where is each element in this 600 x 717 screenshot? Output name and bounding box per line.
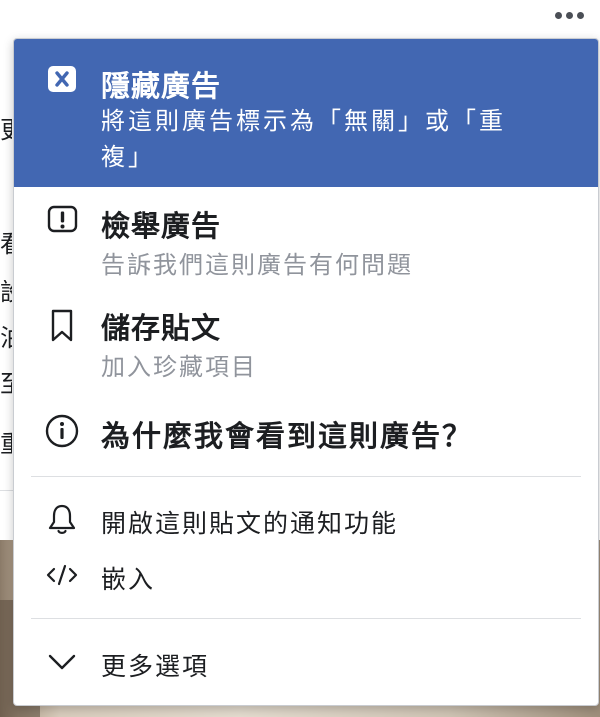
info-circle-icon: [44, 413, 80, 449]
menu-item-label: 嵌入: [101, 565, 156, 594]
chevron-down-icon: [44, 644, 80, 680]
menu-item-turn-on-notifications[interactable]: 開啟這則貼文的通知功能: [14, 495, 598, 545]
menu-item-more-options[interactable]: 更多選項: [14, 637, 598, 689]
menu-item-hide-ad[interactable]: 隱藏廣告 將這則廣告標示為「無關」或「重複」: [14, 39, 598, 187]
background-post-text: 看: [0, 232, 12, 256]
menu-item-why-seeing-ad[interactable]: 為什麼我會看到這則廣告？: [14, 399, 598, 463]
bell-icon: [44, 501, 80, 537]
menu-item-label: 更多選項: [101, 652, 210, 681]
code-icon: [44, 557, 80, 593]
page: 更 看 設 泊 至 重 隱藏廣告 將這則廣告標示為「無關」或「重複」: [0, 0, 600, 717]
background-post-text: 至: [0, 372, 12, 396]
menu-item-title: 為什麼我會看到這則廣告？: [101, 419, 474, 453]
post-options-menu: 隱藏廣告 將這則廣告標示為「無關」或「重複」 檢舉廣告 告訴我們這則廣告有何問題: [13, 38, 599, 706]
background-post-text: 更: [0, 118, 12, 142]
bookmark-icon: [44, 307, 80, 343]
menu-item-embed[interactable]: 嵌入: [14, 551, 598, 601]
more-horizontal-icon[interactable]: [555, 2, 584, 28]
menu-item-subtitle: 加入珍藏項目: [101, 353, 257, 381]
menu-item-subtitle: 告訴我們這則廣告有何問題: [101, 251, 413, 279]
menu-item-title: 隱藏廣告: [101, 69, 222, 103]
more-dot: [577, 11, 584, 19]
more-dot: [555, 11, 562, 19]
exclamation-box-icon: [44, 201, 80, 237]
menu-item-report-ad[interactable]: 檢舉廣告 告訴我們這則廣告有何問題: [14, 189, 598, 279]
menu-item-title: 儲存貼文: [101, 311, 222, 345]
more-dot: [566, 11, 573, 19]
background-post-text: 設: [0, 280, 12, 304]
background-divider: [0, 490, 14, 491]
menu-separator: [31, 476, 581, 477]
close-box-icon: [44, 61, 80, 97]
menu-item-label: 開啟這則貼文的通知功能: [101, 509, 399, 538]
menu-separator: [31, 618, 581, 619]
background-post-text: 重: [0, 432, 12, 456]
menu-item-title: 檢舉廣告: [101, 209, 222, 243]
background-post-text: 泊: [0, 326, 12, 350]
menu-item-subtitle: 將這則廣告標示為「無關」或「重複」: [101, 107, 506, 171]
menu-item-save-post[interactable]: 儲存貼文 加入珍藏項目: [14, 293, 598, 385]
